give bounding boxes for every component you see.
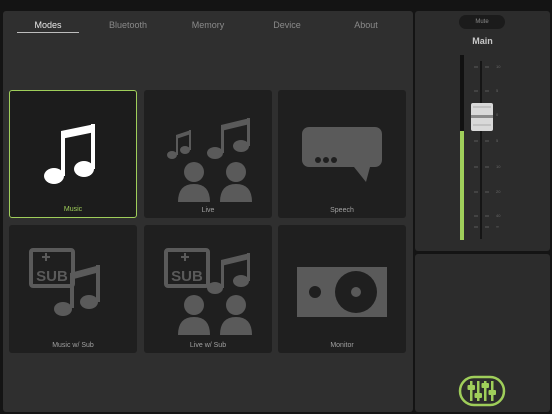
main-fader-panel: Mute Main 10 5 0 5 10 20 40 ∞: [415, 11, 550, 251]
scale-label: 10: [496, 64, 501, 69]
mode-label: Speech: [330, 207, 354, 214]
scale-label: 5: [496, 88, 499, 93]
modes-panel: Modes Bluetooth Memory Device About Musi…: [3, 11, 413, 412]
mode-tile-live[interactable]: Live: [144, 90, 272, 218]
tab-bar: Modes Bluetooth Memory Device About: [3, 17, 413, 39]
sub-badge-text: SUB: [171, 268, 203, 285]
tab-device[interactable]: Device: [247, 17, 327, 33]
mixer-settings-icon[interactable]: [415, 254, 550, 412]
scale-label: 20: [496, 189, 501, 194]
tab-underline: [326, 32, 406, 33]
tab-underline: [88, 32, 168, 33]
tab-label: Bluetooth: [108, 20, 148, 30]
sub-badge-text: SUB: [36, 268, 68, 285]
mode-tile-monitor[interactable]: Monitor: [278, 225, 406, 353]
tab-label: Memory: [191, 20, 225, 30]
fader-knob[interactable]: [471, 103, 493, 131]
tab-label: Modes: [34, 20, 62, 30]
tab-modes[interactable]: Modes: [17, 17, 79, 33]
tab-bluetooth[interactable]: Bluetooth: [88, 17, 168, 33]
music-sub-icon: SUB: [29, 248, 100, 316]
active-tab-underline: [17, 32, 79, 33]
mode-tile-live-sub[interactable]: SUB Live w/ Sub: [144, 225, 272, 353]
scale-label: 5: [496, 138, 499, 143]
live-sub-icon: SUB: [164, 248, 252, 335]
speech-bubble-icon: [302, 127, 382, 182]
mode-label: Live w/ Sub: [189, 342, 227, 349]
tab-about[interactable]: About: [326, 17, 406, 33]
tab-memory[interactable]: Memory: [168, 17, 248, 33]
tab-underline: [247, 32, 327, 33]
monitor-speaker-icon: [297, 267, 387, 317]
tab-label: Device: [273, 20, 301, 30]
scale-label: 10: [496, 164, 501, 169]
scale-label: 0: [496, 112, 499, 117]
mode-label: Music: [63, 206, 83, 213]
tab-label: About: [354, 20, 378, 30]
mode-label: Monitor: [330, 342, 354, 349]
mode-label: Music w/ Sub: [52, 342, 94, 349]
tab-underline: [168, 32, 248, 33]
music-note-icon: [44, 124, 95, 184]
mode-tile-music[interactable]: Music: [9, 90, 137, 218]
mode-tile-music-sub[interactable]: SUB Music w/ Sub: [9, 225, 137, 353]
scale-label: 40: [496, 213, 501, 218]
mode-tile-speech[interactable]: Speech: [278, 90, 406, 218]
mode-label: Live: [201, 207, 215, 214]
live-audience-icon: [167, 118, 252, 202]
mixer-toggle-panel: [415, 254, 550, 412]
scale-label: ∞: [496, 224, 499, 229]
fader-track: 10 5 0 5 10 20 40 ∞: [460, 55, 501, 240]
